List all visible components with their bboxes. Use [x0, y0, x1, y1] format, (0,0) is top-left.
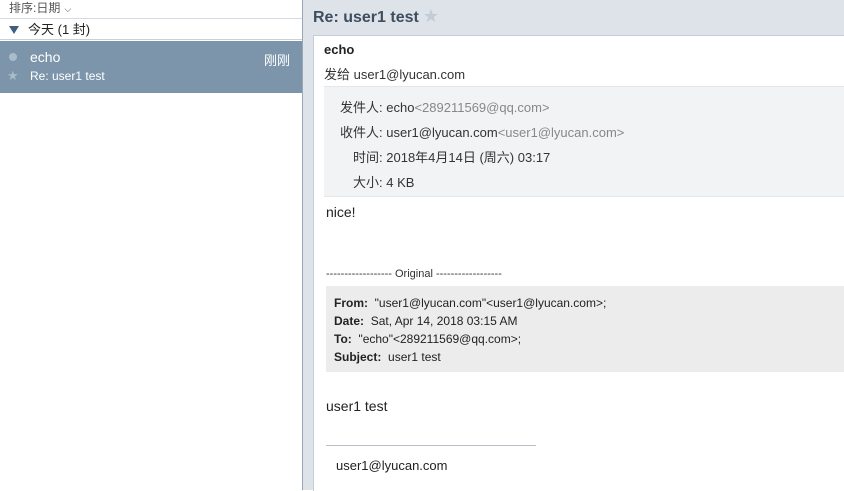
detail-size-label: 大小: [353, 175, 383, 190]
quote-to-value: "echo"<289211569@qq.com>; [358, 332, 522, 346]
star-icon[interactable]: ★ [7, 68, 19, 84]
detail-size: 大小: 4 KB [353, 172, 414, 191]
message-title: Re: user1 test ★ [313, 6, 439, 27]
detail-to-label: 收件人: [340, 125, 383, 140]
message-list-pane: 排序:日期 ⌵ 今天 (1 封) ★ echo 刚刚 Re: user1 test [0, 0, 303, 490]
quote-date: Date: Sat, Apr 14, 2018 03:15 AM [334, 314, 517, 328]
collapse-triangle-icon[interactable] [9, 26, 19, 34]
chevron-down-icon: ⌵ [64, 4, 72, 14]
quote-date-value: Sat, Apr 14, 2018 03:15 AM [370, 314, 518, 328]
quote-to: To: "echo"<289211569@qq.com>; [334, 332, 521, 346]
detail-from-address: <289211569@qq.com> [414, 100, 550, 115]
detail-time: 时间: 2018年4月14日 (周六) 03:17 [353, 147, 550, 166]
detail-size-value: 4 KB [386, 175, 415, 190]
star-icon[interactable]: ★ [423, 6, 439, 26]
detail-from-name[interactable]: echo [386, 100, 414, 115]
quote-date-label: Date: [334, 314, 365, 328]
message-sender: echo [30, 49, 61, 65]
original-divider: ------------------ Original ------------… [326, 268, 502, 280]
detail-to-address: <user1@lyucan.com> [497, 125, 625, 140]
signature: user1@lyucan.com [336, 458, 448, 473]
group-header-today[interactable]: 今天 (1 封) [0, 19, 302, 40]
quote-subject-label: Subject: [334, 350, 382, 364]
group-label: 今天 (1 封) [28, 22, 91, 37]
detail-to-name[interactable]: user1@lyucan.com [386, 125, 497, 140]
quote-to-label: To: [334, 332, 352, 346]
quoted-body-text: user1 test [326, 398, 388, 414]
detail-from-label: 发件人: [340, 100, 383, 115]
detail-to: 收件人: user1@lyucan.com<user1@lyucan.com> [340, 122, 624, 141]
sort-selector[interactable]: 排序:日期 ⌵ [0, 0, 302, 19]
signature-divider [326, 445, 536, 446]
message-subject: Re: user1 test [30, 69, 105, 83]
message-card: echo 发给 user1@lyucan.com 发件人: echo<28921… [313, 35, 844, 491]
message-details: 发件人: echo<289211569@qq.com> 收件人: user1@l… [324, 86, 844, 197]
list-item[interactable]: ★ echo 刚刚 Re: user1 test [0, 41, 302, 93]
quoted-header: From: "user1@lyucan.com"<user1@lyucan.co… [326, 286, 844, 372]
recipient-line: 发给 user1@lyucan.com [324, 67, 466, 82]
detail-from: 发件人: echo<289211569@qq.com> [340, 97, 550, 116]
sender-name[interactable]: echo [324, 42, 354, 57]
quote-from: From: "user1@lyucan.com"<user1@lyucan.co… [334, 296, 606, 310]
quote-from-label: From: [334, 296, 368, 310]
quote-from-value: "user1@lyucan.com"<user1@lyucan.com>; [374, 296, 607, 310]
detail-time-label: 时间: [353, 150, 383, 165]
message-title-text: Re: user1 test [313, 9, 419, 26]
quote-subject-value: user1 test [388, 350, 441, 364]
unread-dot-icon[interactable] [9, 53, 17, 61]
message-time: 刚刚 [263, 53, 290, 68]
quote-subject: Subject: user1 test [334, 350, 441, 364]
message-body-text: nice! [326, 204, 356, 220]
reading-pane: Re: user1 test ★ echo 发给 user1@lyucan.com… [303, 0, 844, 491]
detail-time-value: 2018年4月14日 (周六) 03:17 [386, 150, 551, 165]
sort-label: 排序:日期 [9, 1, 61, 15]
